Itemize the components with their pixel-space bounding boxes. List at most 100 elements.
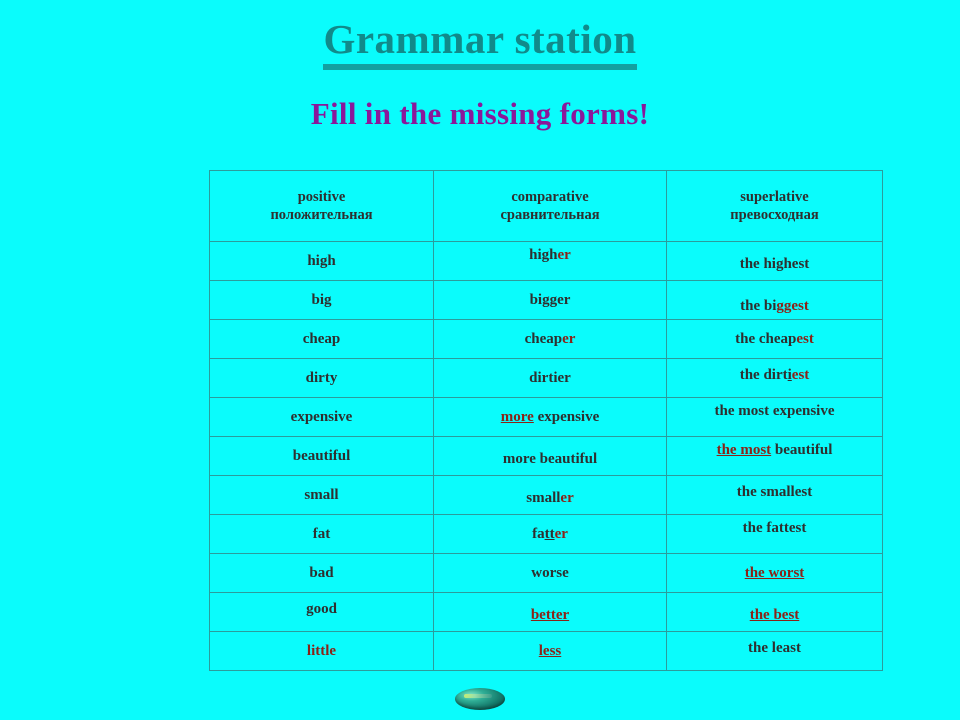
text-fragment: er [554,525,568,542]
cell-text: the most beautiful [717,442,833,458]
text-fragment: est [791,297,809,314]
text-fragment: the cheap [735,330,797,347]
column-header-label-ru: сравнительная [500,207,600,223]
cell-text: the worst [745,565,805,581]
page-subtitle: Fill in the missing forms! [310,96,650,132]
cell-text: high [307,253,335,269]
cell-superlative: the cheapest [666,319,883,359]
adjective-forms-table: positive положительная comparative сравните… [209,170,883,671]
text-fragment: big [311,291,332,308]
cell-positive: fat [209,514,434,554]
cell-positive: bad [209,553,434,593]
text-fragment: little [306,642,337,659]
cell-text: dirty [306,370,338,386]
text-fragment: expensive [533,408,600,425]
text-fragment: small [526,489,561,506]
cell-text: the dirtiest [740,367,810,383]
cell-superlative: the least [666,631,883,671]
text-fragment: less [538,642,562,659]
text-fragment: worse [531,564,569,581]
text-fragment: fa [532,525,545,542]
text-fragment: beautiful [292,447,351,464]
cell-text: smaller [526,490,574,506]
table-row: beautiful more beautiful the most beautifu… [209,436,883,476]
table-header-row: positive положительная comparative сравните… [209,170,883,242]
text-fragment: the least [748,639,801,656]
text-fragment: cheap [524,330,563,347]
cell-text: the biggest [740,298,809,314]
page-title: Grammar station [323,17,637,71]
column-header-label-ru: превосходная [730,207,819,223]
forms-table-container: positive положительная comparative сравните… [209,170,883,671]
cell-comparative: better [433,592,667,632]
cell-text: bad [309,565,333,581]
text-fragment: fat [312,525,331,542]
cell-comparative: dirtier [433,358,667,398]
cell-positive: little [209,631,434,671]
cell-text: fat [313,526,331,542]
text-fragment: more beautiful [502,450,598,467]
cell-superlative: the best [666,592,883,632]
cell-positive: good [209,592,434,632]
text-fragment: good [306,600,337,617]
table-row: good better the best [209,592,883,632]
text-fragment: est [796,330,814,347]
cell-superlative: the biggest [666,280,883,320]
text-fragment: the dirt [739,366,788,383]
cell-text: dirtier [529,370,571,386]
text-fragment: the most [716,441,772,458]
column-header-label-en: positive [297,188,346,205]
text-fragment: high [307,252,336,269]
cell-text: good [306,601,337,617]
cell-superlative: the smallest [666,475,883,515]
table-row: big bigger the biggest [209,280,883,320]
cell-text: higher [529,247,571,263]
cell-text: fatter [532,526,568,542]
table-row: fat fatter the fattest [209,514,883,554]
text-fragment: est [791,366,810,383]
text-fragment: cheap [302,330,341,347]
cell-superlative: the dirtiest [666,358,883,398]
text-fragment: er [557,246,571,263]
table-row: expensive more expensive the most expensiv… [209,397,883,437]
text-fragment: the most expensive [714,402,835,419]
cell-positive: high [209,241,434,281]
cell-positive: beautiful [209,436,434,476]
table-row: cheap cheaper the cheapest [209,319,883,359]
cell-comparative: more expensive [433,397,667,437]
cell-comparative: cheaper [433,319,667,359]
cell-comparative: smaller [433,475,667,515]
cell-text: the most expensive [715,403,835,419]
cell-superlative: the most beautiful [666,436,883,476]
text-fragment: the highest [739,255,810,272]
cell-text: little [307,643,336,659]
cell-text: less [539,643,562,659]
text-fragment: tt [544,525,555,542]
column-header-label-en: comparative [511,188,589,205]
text-fragment: more [500,408,534,425]
column-header-label-ru: положительная [270,207,373,223]
text-fragment: bad [309,564,334,581]
cell-text: more beautiful [503,451,597,467]
cell-positive: expensive [209,397,434,437]
column-header-comparative: comparative сравнительная [433,170,667,242]
cell-comparative: fatter [433,514,667,554]
cell-superlative: the most expensive [666,397,883,437]
text-fragment: gg [776,297,792,314]
cell-comparative: more beautiful [433,436,667,476]
cell-text: small [304,487,338,503]
text-fragment: beautiful [771,441,833,458]
next-slide-button-icon[interactable] [455,688,505,710]
text-fragment: better [530,606,570,623]
table-row: dirty dirtier the dirtiest [209,358,883,398]
cell-text: the highest [740,256,810,272]
table-row: high higher the highest [209,241,883,281]
table-row: bad worse the worst [209,553,883,593]
text-fragment: the best [749,606,800,623]
text-fragment: small [304,486,339,503]
text-fragment: high [529,246,558,263]
cell-positive: big [209,280,434,320]
text-fragment: dirtier [529,369,571,386]
title-block: Grammar station [0,0,960,71]
column-header-superlative: superlative превосходная [666,170,883,242]
